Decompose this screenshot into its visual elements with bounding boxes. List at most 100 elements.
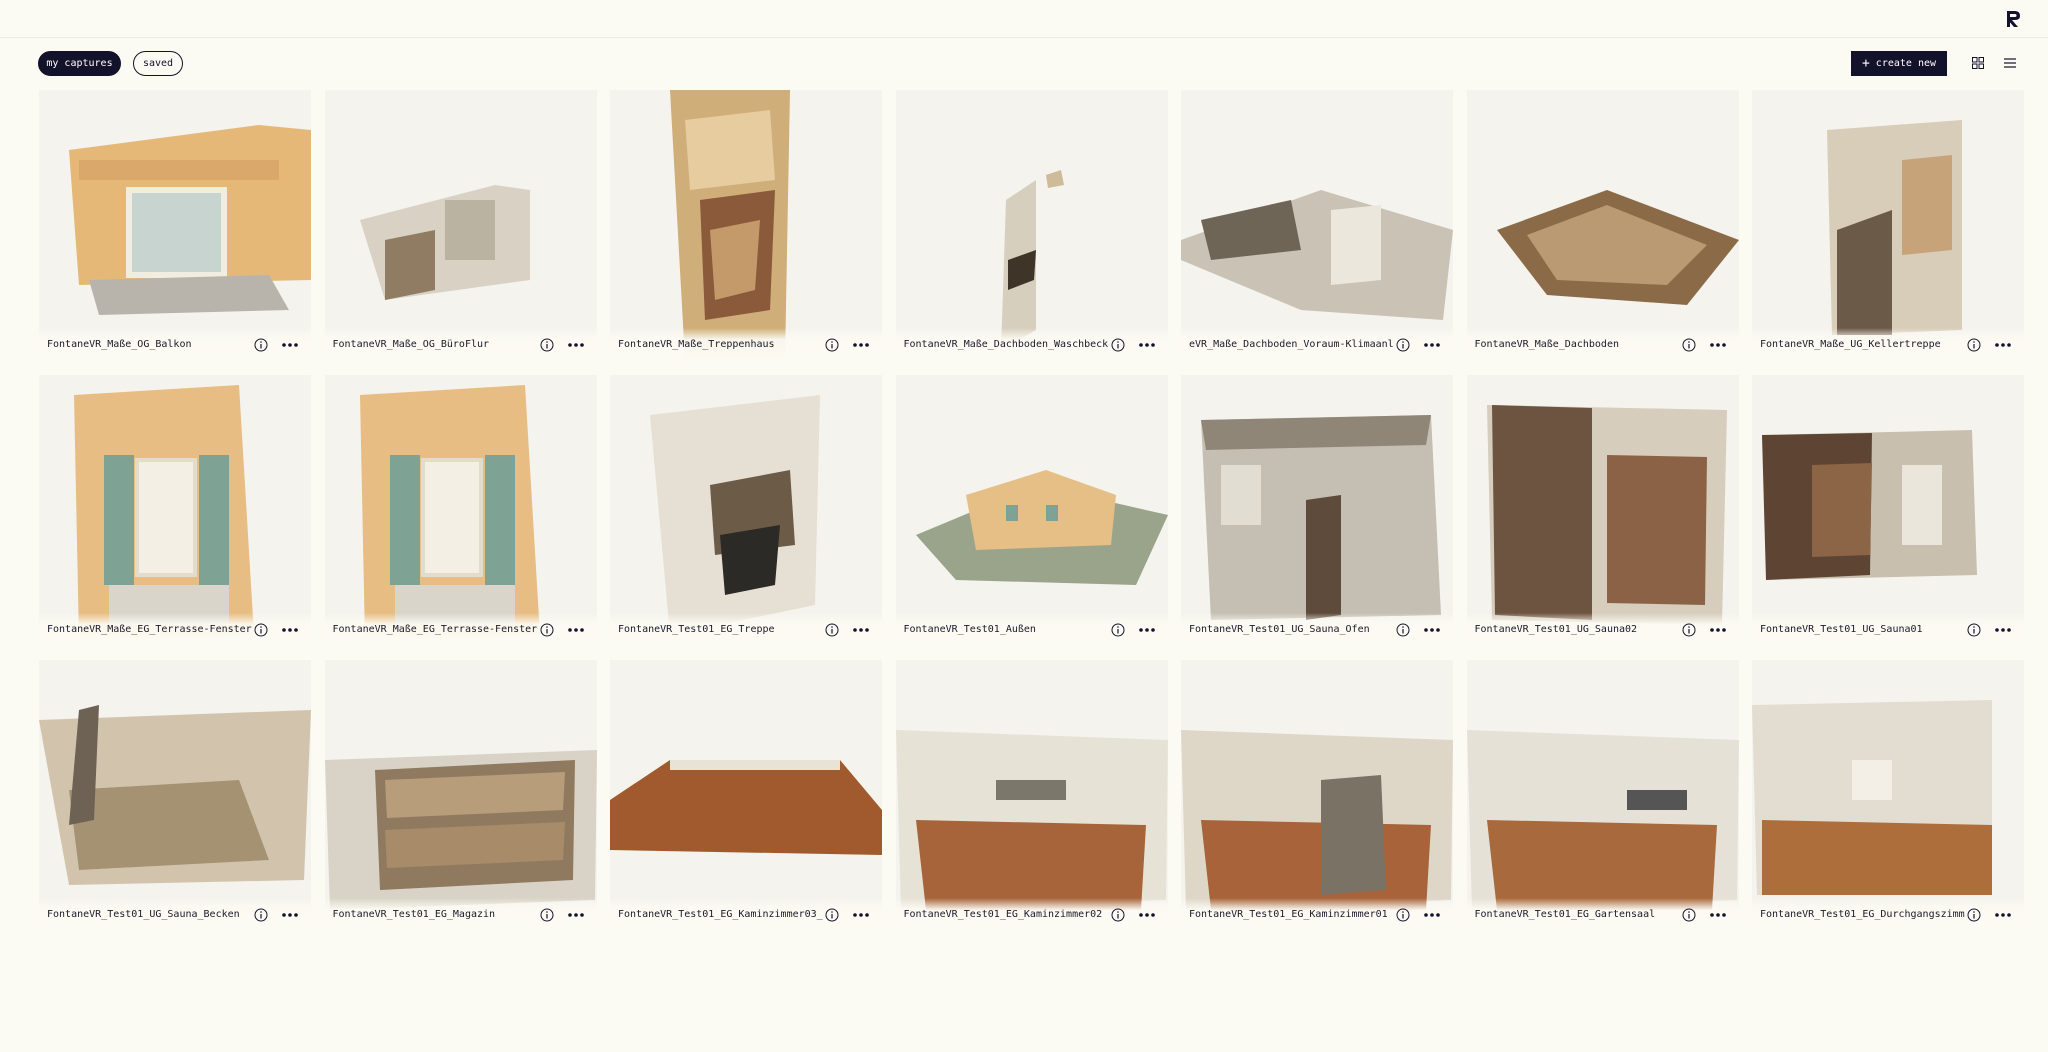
captures-grid: FontaneVR_Maße_OG_Balkon FontaneVR_Maße_O…	[39, 90, 2024, 930]
capture-title: FontaneVR_Test01_UG_Sauna02	[1474, 624, 1638, 635]
more-options-icon[interactable]	[1423, 622, 1441, 638]
capture-thumbnail	[895, 730, 1168, 910]
capture-title: FontaneVR_Test01_EG_Durchgangszimme	[1760, 909, 1965, 920]
info-icon[interactable]	[1396, 908, 1410, 922]
create-new-label: create new	[1875, 58, 1937, 69]
capture-thumbnail	[1496, 190, 1739, 305]
capture-title: FontaneVR_Test01_UG_Sauna01	[1760, 624, 1923, 635]
capture-thumbnail	[1000, 170, 1064, 350]
capture-thumbnail	[1181, 190, 1453, 320]
info-icon[interactable]	[1967, 908, 1981, 922]
info-icon[interactable]	[254, 623, 268, 637]
tab-saved[interactable]: saved	[133, 51, 183, 76]
more-options-icon[interactable]	[852, 337, 870, 353]
capture-card[interactable]: FontaneVR_Maße_EG_Terrasse-Fenster0	[39, 375, 311, 645]
info-icon[interactable]	[1967, 623, 1981, 637]
grid-view-icon	[1972, 57, 1984, 69]
info-icon[interactable]	[540, 338, 554, 352]
more-options-icon[interactable]	[281, 907, 299, 923]
info-icon[interactable]	[1111, 338, 1125, 352]
capture-card[interactable]: FontaneVR_Test01_EG_Kaminzimmer02	[895, 660, 1168, 930]
capture-title: FontaneVR_Test01_EG_Kaminzimmer03_B	[618, 909, 823, 920]
capture-card[interactable]: FontaneVR_Test01_EG_Treppe	[610, 375, 882, 645]
capture-thumbnail	[69, 125, 311, 315]
grid-view-button[interactable]	[1970, 55, 1986, 71]
more-options-icon[interactable]	[852, 622, 870, 638]
info-icon[interactable]	[1682, 338, 1696, 352]
more-options-icon[interactable]	[1138, 337, 1156, 353]
more-options-icon[interactable]	[281, 337, 299, 353]
capture-thumbnail	[670, 90, 790, 360]
info-icon[interactable]	[1682, 908, 1696, 922]
more-options-icon[interactable]	[1709, 907, 1727, 923]
capture-card[interactable]: FontaneVR_Test01_EG_Kaminzimmer03_B	[610, 660, 882, 930]
info-icon[interactable]	[1682, 623, 1696, 637]
capture-card[interactable]: FontaneVR_Test01_UG_Sauna_Becken	[39, 660, 311, 930]
more-options-icon[interactable]	[852, 907, 870, 923]
list-view-button[interactable]	[2002, 55, 2018, 71]
capture-card[interactable]: FontaneVR_Test01_EG_Gartensaal	[1466, 660, 1739, 930]
info-icon[interactable]	[1111, 908, 1125, 922]
more-options-icon[interactable]	[1138, 622, 1156, 638]
capture-title: FontaneVR_Test01_EG_Gartensaal	[1474, 909, 1656, 920]
capture-thumbnail	[359, 185, 530, 300]
top-bar	[0, 0, 2048, 38]
capture-card-footer: FontaneVR_Test01_EG_Kaminzimmer01	[1181, 898, 1453, 930]
capture-card-footer: FontaneVR_Test01_EG_Kaminzimmer03_B	[610, 898, 882, 930]
info-icon[interactable]	[1967, 338, 1981, 352]
more-options-icon[interactable]	[567, 337, 585, 353]
capture-card[interactable]: FontaneVR_Maße_Dachboden	[1466, 90, 1739, 360]
capture-card[interactable]: FontaneVR_Maße_Treppenhaus	[610, 90, 882, 360]
capture-thumbnail	[1827, 120, 1962, 335]
capture-card-footer: FontaneVR_Maße_Treppenhaus	[610, 328, 882, 360]
info-icon[interactable]	[1396, 338, 1410, 352]
info-icon[interactable]	[254, 338, 268, 352]
tab-my-captures[interactable]: my captures	[38, 51, 121, 76]
capture-card-footer: FontaneVR_Test01_EG_Kaminzimmer02	[895, 898, 1168, 930]
more-options-icon[interactable]	[567, 907, 585, 923]
info-icon[interactable]	[825, 623, 839, 637]
capture-card-footer: eVR_Maße_Dachboden_Voraum-Klimaanla	[1181, 328, 1453, 360]
capture-card[interactable]: FontaneVR_Test01_UG_Sauna_Ofen	[1181, 375, 1453, 645]
capture-card-footer: FontaneVR_Test01_EG_Durchgangszimme	[1752, 898, 2024, 930]
capture-card[interactable]: FontaneVR_Maße_OG_BüroFlur	[324, 90, 597, 360]
more-options-icon[interactable]	[1138, 907, 1156, 923]
capture-card[interactable]: FontaneVR_Test01_EG_Kaminzimmer01	[1181, 660, 1453, 930]
info-icon[interactable]	[254, 908, 268, 922]
capture-card[interactable]: FontaneVR_Maße_Dachboden_Waschbecke	[895, 90, 1168, 360]
create-new-button[interactable]: + create new	[1851, 51, 1947, 76]
capture-thumbnail	[39, 705, 311, 885]
more-options-icon[interactable]	[1423, 907, 1441, 923]
capture-card-footer: FontaneVR_Maße_UG_Kellertreppe	[1752, 328, 2024, 360]
more-options-icon[interactable]	[281, 622, 299, 638]
more-options-icon[interactable]	[1994, 907, 2012, 923]
capture-card[interactable]: FontaneVR_Test01_Außen	[895, 375, 1168, 645]
more-options-icon[interactable]	[1423, 337, 1441, 353]
more-options-icon[interactable]	[1994, 337, 2012, 353]
more-options-icon[interactable]	[1709, 337, 1727, 353]
capture-title: FontaneVR_Maße_UG_Kellertreppe	[1760, 339, 1941, 350]
capture-card[interactable]: FontaneVR_Maße_EG_Terrasse-Fenster0	[324, 375, 597, 645]
info-icon[interactable]	[540, 908, 554, 922]
more-options-icon[interactable]	[1994, 622, 2012, 638]
capture-card[interactable]: FontaneVR_Test01_EG_Magazin	[324, 660, 597, 930]
info-icon[interactable]	[540, 623, 554, 637]
capture-card[interactable]: FontaneVR_Test01_UG_Sauna02	[1466, 375, 1739, 645]
app-logo-icon[interactable]	[2004, 9, 2022, 29]
info-icon[interactable]	[1396, 623, 1410, 637]
capture-card[interactable]: FontaneVR_Maße_OG_Balkon	[39, 90, 311, 360]
capture-title: FontaneVR_Maße_OG_Balkon	[47, 339, 192, 350]
more-options-icon[interactable]	[1709, 622, 1727, 638]
info-icon[interactable]	[1111, 623, 1125, 637]
plus-icon: +	[1861, 56, 1870, 71]
capture-title: FontaneVR_Maße_Dachboden_Waschbecke	[903, 339, 1109, 350]
info-icon[interactable]	[825, 338, 839, 352]
capture-card-footer: FontaneVR_Test01_UG_Sauna_Becken	[39, 898, 311, 930]
capture-card[interactable]: FontaneVR_Test01_UG_Sauna01	[1752, 375, 2024, 645]
more-options-icon[interactable]	[567, 622, 585, 638]
info-icon[interactable]	[825, 908, 839, 922]
capture-title: FontaneVR_Test01_UG_Sauna_Ofen	[1189, 624, 1370, 635]
capture-card[interactable]: FontaneVR_Maße_UG_Kellertreppe	[1752, 90, 2024, 360]
capture-card[interactable]: eVR_Maße_Dachboden_Voraum-Klimaanla	[1181, 90, 1453, 360]
capture-card[interactable]: FontaneVR_Test01_EG_Durchgangszimme	[1752, 660, 2024, 930]
